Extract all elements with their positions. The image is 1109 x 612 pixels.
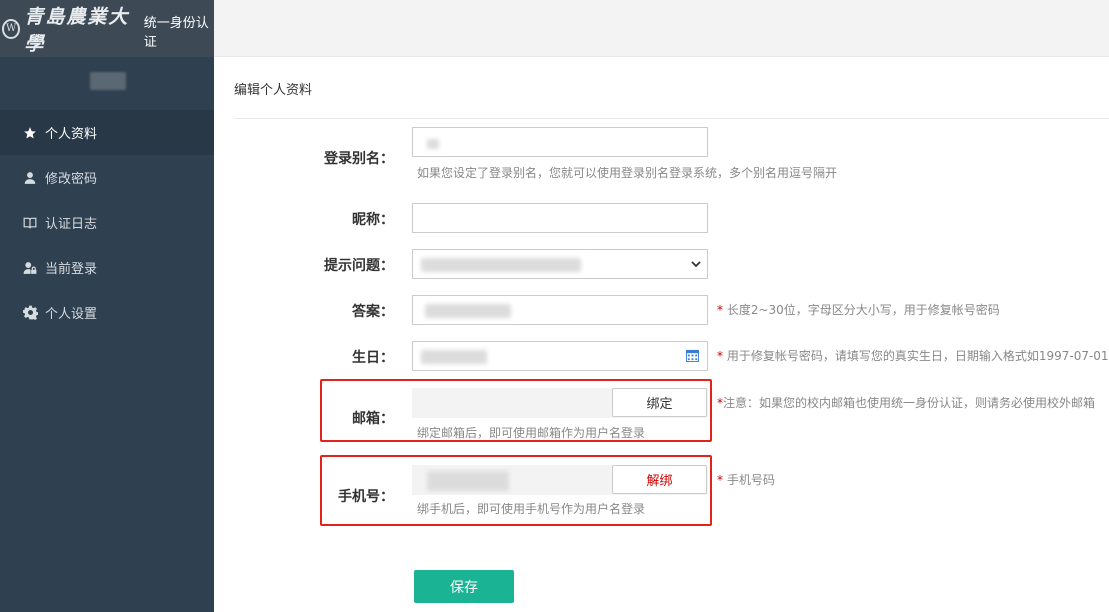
answer-note-text: 长度2~30位，字母区分大小写，用于修复帐号密码 (726, 303, 1000, 317)
birthday-note: * 用于修复帐号密码，请填写您的真实生日，日期输入格式如1997-07-01 (717, 347, 1109, 364)
question-select[interactable] (412, 249, 708, 279)
phone-note: * 手机号码 (717, 471, 775, 488)
answer-note: * 长度2~30位，字母区分大小写，用于修复帐号密码 (717, 301, 1000, 318)
user-icon (22, 170, 38, 186)
required-star: * (717, 349, 723, 363)
calendar-icon[interactable] (686, 349, 699, 362)
user-lock-icon (22, 260, 38, 276)
sidebar-item-label: 修改密码 (45, 172, 98, 187)
sidebar-item-label: 个人资料 (45, 127, 98, 142)
required-star: * (717, 303, 723, 317)
required-star: * (717, 473, 723, 487)
sidebar-item-profile[interactable]: 个人资料 (0, 110, 214, 155)
answer-input[interactable] (412, 295, 708, 325)
sidebar-item-auth-log[interactable]: 认证日志 (0, 200, 214, 245)
brand-name: 青島農業大學 (24, 5, 130, 55)
phone-label: 手机号： (338, 489, 394, 505)
redacted-value (427, 471, 509, 491)
page-title: 编辑个人资料 (234, 83, 313, 98)
user-profile (0, 57, 214, 110)
star-icon (22, 125, 38, 141)
book-icon (22, 215, 38, 231)
redacted-value (421, 258, 581, 272)
divider (234, 118, 1109, 119)
sidebar-nav: 个人资料 修改密码 认证日志 当前登录 个人设置 (0, 110, 214, 335)
phone-note-text: 手机号码 (726, 473, 775, 487)
birthday-note-text: 用于修复帐号密码，请填写您的真实生日，日期输入格式如1997-07-01 (726, 349, 1109, 363)
sidebar-item-settings[interactable]: 个人设置 (0, 290, 214, 335)
email-label: 邮箱： (352, 411, 394, 427)
gear-icon (22, 305, 38, 321)
chevron-down-icon (691, 261, 701, 268)
brand-header: W 青島農業大學 统一身份认证 (0, 0, 214, 57)
email-note-text: 注意：如果您的校内邮箱也使用统一身份认证，则请务必使用校外邮箱 (723, 396, 1096, 410)
main-content: 编辑个人资料 登录别名： 如果您设定了登录别名，您就可以使用登录别名登录系统，多… (214, 57, 1109, 612)
sidebar-item-label: 当前登录 (45, 262, 98, 277)
brand-subtitle: 统一身份认证 (143, 15, 209, 50)
top-bar (214, 0, 1109, 57)
birthday-label: 生日： (352, 350, 394, 366)
redacted-value (425, 304, 511, 318)
email-note: *注意：如果您的校内邮箱也使用统一身份认证，则请务必使用校外邮箱 (717, 394, 1095, 411)
answer-label: 答案： (352, 304, 394, 320)
avatar (90, 72, 126, 90)
save-button[interactable]: 保存 (414, 570, 514, 603)
alias-input[interactable] (412, 127, 708, 157)
sidebar-item-current-login[interactable]: 当前登录 (0, 245, 214, 290)
unbind-phone-button[interactable]: 解绑 (612, 465, 707, 494)
university-seal-icon: W (2, 18, 21, 39)
nickname-label: 昵称： (352, 212, 394, 228)
question-label: 提示问题： (324, 258, 394, 274)
sidebar: W 青島農業大學 统一身份认证 个人资料 修改密码 认证日志 当前登录 个人设置 (0, 0, 214, 612)
sidebar-item-label: 个人设置 (45, 307, 98, 322)
nickname-input[interactable] (412, 203, 708, 233)
alias-help: 如果您设定了登录别名，您就可以使用登录别名登录系统，多个别名用逗号隔开 (417, 166, 838, 180)
redacted-value (421, 350, 487, 364)
redacted-value (427, 139, 439, 149)
birthday-input[interactable] (412, 341, 708, 371)
bind-email-button[interactable]: 绑定 (612, 388, 707, 417)
phone-help: 绑手机后，即可使用手机号作为用户名登录 (417, 502, 646, 516)
sidebar-item-change-password[interactable]: 修改密码 (0, 155, 214, 200)
alias-label: 登录别名： (324, 151, 394, 167)
email-help: 绑定邮箱后，即可使用邮箱作为用户名登录 (417, 426, 646, 440)
sidebar-item-label: 认证日志 (45, 217, 98, 232)
